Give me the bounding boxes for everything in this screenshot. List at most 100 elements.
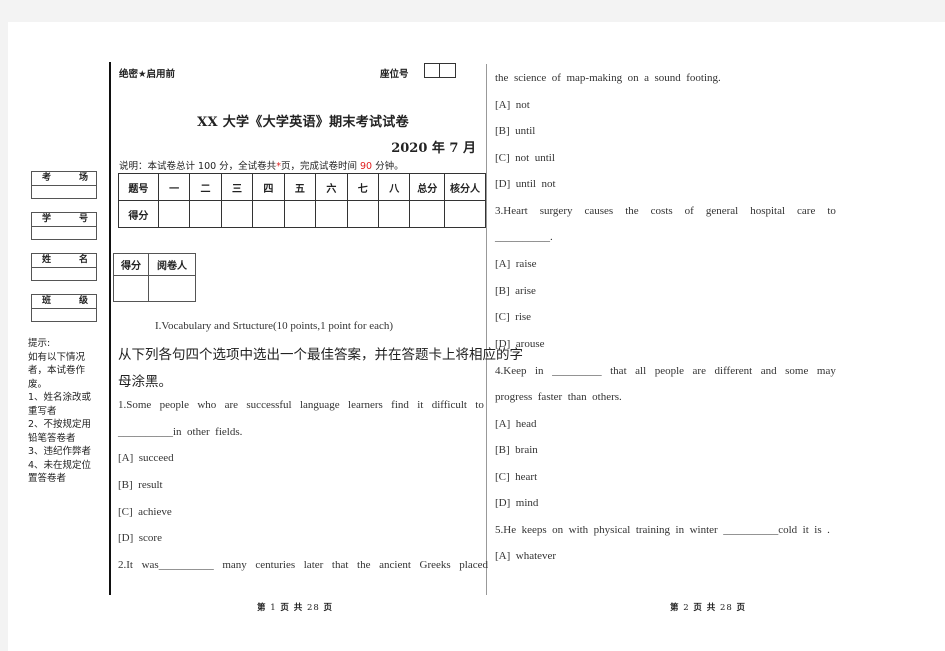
word: 4.Keep — [495, 365, 527, 377]
seat-digit-box[interactable] — [440, 63, 456, 78]
student-id-field: 学号 — [31, 212, 97, 240]
word: was__________ — [141, 559, 214, 571]
seat-number-label: 座位号 — [380, 69, 409, 80]
question-2-option-d: [D] until not — [495, 178, 556, 190]
score-cell[interactable] — [220, 200, 254, 228]
score-cell[interactable] — [157, 200, 191, 228]
word: later — [303, 559, 324, 571]
word: surgery — [539, 205, 573, 217]
score-header-cell: 题号 — [118, 173, 159, 201]
section-title: I.Vocabulary and Srtucture(10 points,1 p… — [155, 320, 394, 332]
footer-text: 第 — [670, 603, 680, 613]
word: may — [816, 365, 836, 377]
word: people — [654, 365, 685, 377]
question-4-line: 4.Keep in _________ that all people are … — [495, 365, 836, 377]
question-1-option-c: [C] achieve — [118, 506, 172, 518]
word: successful — [246, 399, 292, 411]
word: in — [535, 365, 544, 377]
score-cell[interactable] — [283, 200, 317, 228]
question-2-line: the science of map-making on a sound foo… — [495, 72, 721, 84]
word: placed — [459, 559, 488, 571]
score-header-cell: 八 — [378, 173, 411, 201]
word: different — [714, 365, 753, 377]
score-table-header-row: 题号 一 二 三 四 五 六 七 八 总分 核分人 — [118, 173, 486, 201]
word: all — [635, 365, 647, 377]
score-header-cell: 一 — [157, 173, 191, 201]
field-label-char: 场 — [78, 173, 88, 183]
word: learners — [348, 399, 383, 411]
seat-digit-box[interactable] — [424, 63, 440, 78]
word: the — [625, 205, 639, 217]
field-label-char: 班 — [42, 296, 52, 306]
score-header-cell: 六 — [315, 173, 348, 201]
question-1-option-b: [B] result — [118, 479, 163, 491]
question-5-line: 5.He keeps on with physical training in … — [495, 524, 830, 536]
question-3-option-c: [C] rise — [495, 311, 532, 323]
exam-title: XX 大学《大学英语》期末考试试卷 — [197, 115, 409, 130]
word: language — [299, 399, 340, 411]
grader-header-cell: 得分 — [113, 253, 149, 276]
footer-total-pages: 28 — [307, 603, 320, 613]
class-field: 班级 — [31, 294, 97, 322]
grader-table: 得分 阅卷人 — [113, 253, 196, 302]
binding-line — [109, 62, 111, 595]
tips-line: 者，本试卷作 — [28, 365, 86, 376]
grader-score-cell[interactable] — [113, 275, 149, 302]
score-row-label: 得分 — [118, 200, 159, 228]
tips-line: 4、未在规定位 — [28, 459, 92, 471]
word: costs — [650, 205, 673, 217]
footer-text: 页 — [736, 603, 747, 613]
score-cell[interactable] — [252, 200, 285, 228]
word: who — [197, 399, 217, 411]
score-table: 题号 一 二 三 四 五 六 七 八 总分 核分人 得分 — [118, 173, 486, 228]
word: are — [224, 399, 239, 411]
page-1-footer: 第 1 页 共 28 页 — [257, 601, 333, 613]
footer-text: 页 共 — [280, 603, 304, 613]
class-blank[interactable] — [32, 309, 96, 321]
question-2-line: 2.It was__________ many centuries later … — [118, 559, 488, 571]
grader-header-cell: 阅卷人 — [148, 253, 196, 276]
word: of — [684, 205, 694, 217]
grader-name-cell[interactable] — [148, 275, 196, 302]
word: some — [785, 365, 809, 377]
word: are — [692, 365, 706, 377]
word: and — [760, 365, 777, 377]
name-blank[interactable] — [32, 268, 96, 280]
score-header-cell: 二 — [189, 173, 222, 201]
score-cell[interactable] — [189, 200, 222, 228]
tips-line: 重写者 — [28, 405, 57, 417]
tips-line: 铅笔答卷者 — [28, 432, 76, 444]
score-header-cell: 总分 — [409, 173, 446, 201]
score-cell[interactable] — [409, 200, 446, 228]
score-cell[interactable] — [315, 200, 348, 228]
word: find — [391, 399, 409, 411]
question-5-option-a: [A] whatever — [495, 550, 557, 562]
page-2-footer: 第 2 页 共 28 页 — [670, 601, 746, 613]
question-1-line: 1.Some people who are successful languag… — [118, 399, 484, 411]
student-id-blank[interactable] — [32, 227, 96, 239]
word: 2.It — [118, 559, 133, 571]
exam-document-page: 考场 学号 姓名 班级 提示: 如有以下情况 者，本试卷作 废。 1、姓名涂改或… — [8, 22, 945, 651]
score-cell[interactable] — [378, 200, 411, 228]
tips-line: 如有以下情况 — [28, 351, 86, 363]
question-4-option-b: [B] brain — [495, 444, 538, 456]
field-label-char: 级 — [78, 296, 88, 306]
field-label-char: 学 — [42, 214, 52, 224]
question-4-option-c: [C] heart — [495, 471, 538, 483]
score-cell[interactable] — [346, 200, 380, 228]
name-field: 姓名 — [31, 253, 97, 281]
note-minutes: 90 — [359, 161, 373, 172]
score-cell[interactable] — [444, 200, 486, 228]
question-1-line: __________in other fields. — [118, 426, 243, 438]
question-3-line: 3.Heart surgery causes the costs of gene… — [495, 205, 836, 217]
word: general — [705, 205, 739, 217]
word: the — [357, 559, 371, 571]
word: Greeks — [419, 559, 451, 571]
question-3-line: __________. — [495, 231, 553, 243]
question-4-option-a: [A] head — [495, 418, 537, 430]
word: to — [475, 399, 484, 411]
exam-room-blank[interactable] — [32, 186, 96, 198]
tips-title: 提示: — [28, 338, 51, 349]
word: _________ — [552, 365, 602, 377]
question-2-option-a: [A] not — [495, 99, 530, 111]
